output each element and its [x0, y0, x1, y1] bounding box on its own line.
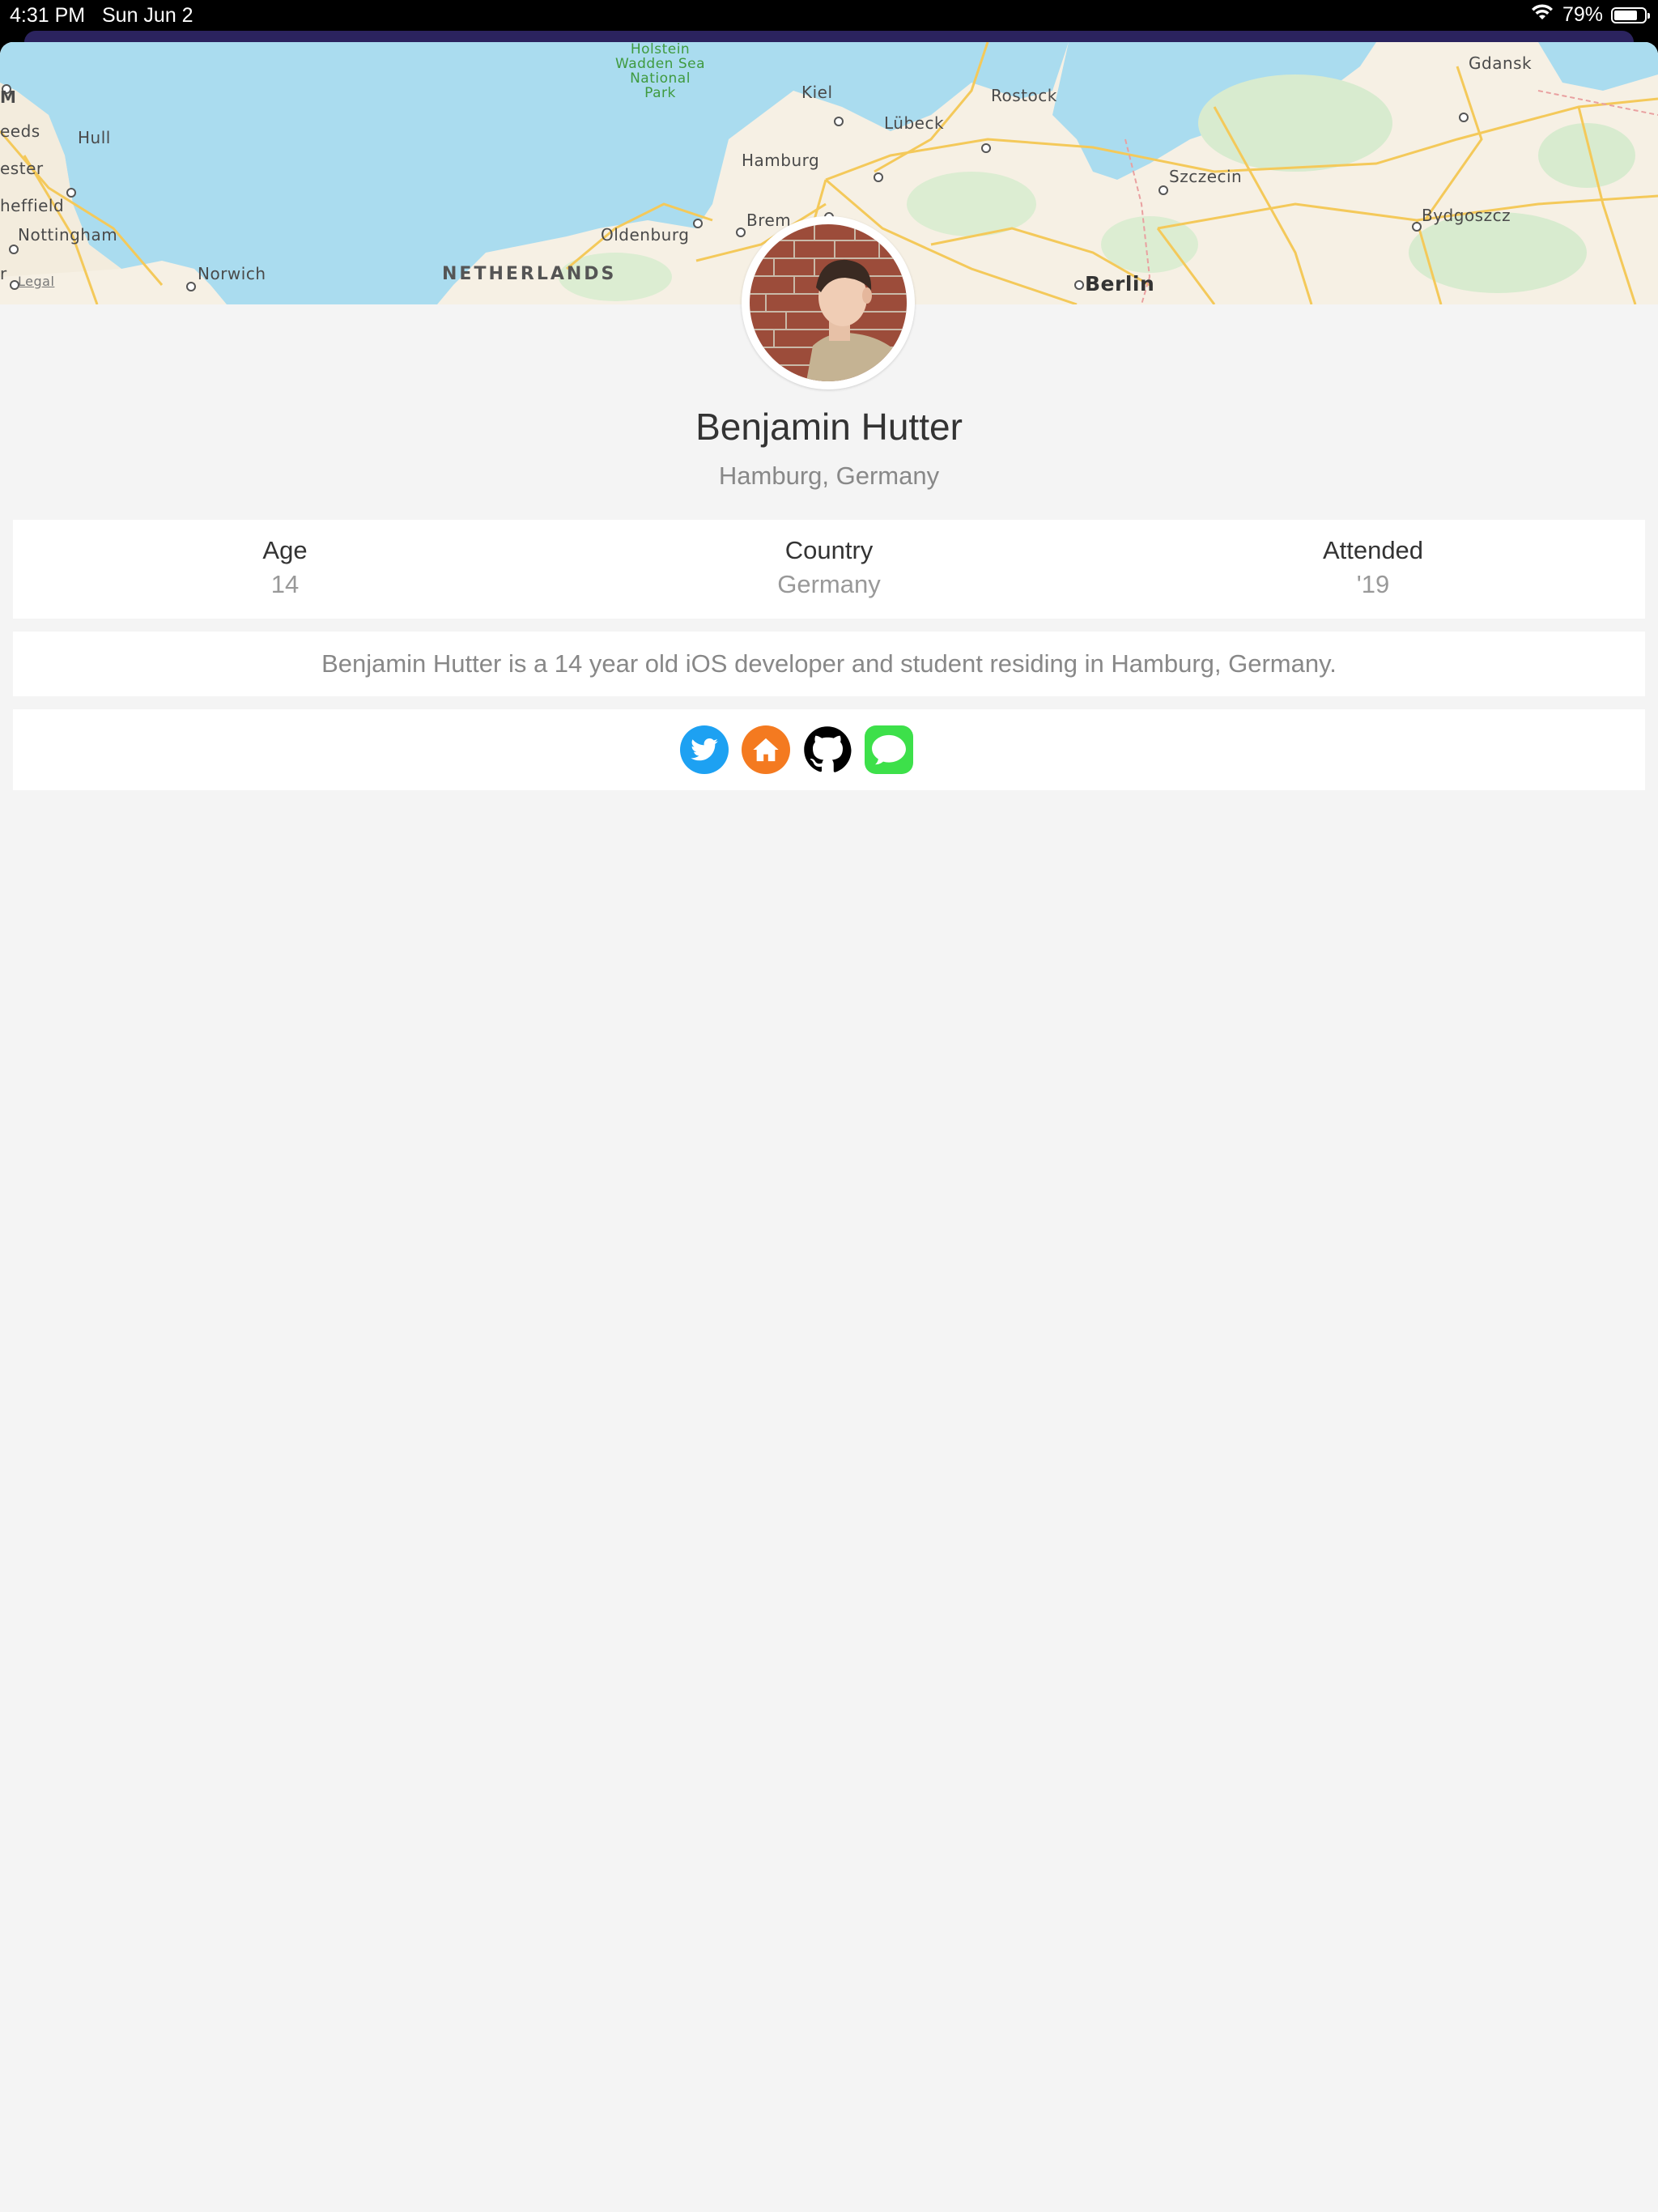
map-label-bydgoszcz: Bydgoszcz	[1422, 206, 1511, 225]
stat-label: Country	[784, 536, 874, 564]
map-label-m: M	[0, 87, 17, 107]
profile-name: Benjamin Hutter	[695, 406, 963, 448]
map-label-kiel: Kiel	[801, 83, 833, 102]
status-time: 4:31 PM	[10, 4, 86, 27]
stat-value: '19	[1356, 570, 1390, 598]
map-legal-link[interactable]: Legal	[18, 274, 54, 289]
stat-label: Age	[262, 536, 308, 564]
bio-text: Benjamin Hutter is a 14 year old iOS dev…	[321, 649, 1337, 678]
github-link-button[interactable]	[803, 725, 852, 774]
stat-age: Age 14	[13, 520, 557, 599]
map-label-netherlands: NETHERLANDS	[442, 264, 617, 284]
bio-card: Benjamin Hutter is a 14 year old iOS dev…	[13, 632, 1645, 696]
social-links	[680, 725, 913, 774]
profile-avatar	[742, 216, 915, 389]
stat-label: Attended	[1322, 536, 1424, 564]
home-icon	[753, 738, 779, 762]
map-label-r: r	[0, 264, 7, 283]
twitter-link-button[interactable]	[680, 725, 729, 774]
map-label-hull: Hull	[78, 128, 111, 147]
map-label-rostock: Rostock	[991, 86, 1057, 105]
map-label-szczecin: Szczecin	[1169, 167, 1243, 186]
map-label-ester: ester	[0, 159, 44, 178]
messages-icon	[872, 734, 906, 765]
wifi-icon	[1530, 3, 1554, 27]
links-card	[13, 709, 1645, 790]
battery-percent: 79%	[1562, 3, 1603, 26]
github-icon	[804, 726, 852, 772]
map-label-norwich: Norwich	[198, 264, 266, 283]
status-bar: 4:31 PM Sun Jun 2 79%	[0, 0, 1658, 32]
map-label-gdansk: Gdansk	[1469, 53, 1533, 73]
status-date: Sun Jun 2	[102, 4, 193, 27]
stat-value: 14	[270, 570, 300, 598]
profile-sheet: Holstein Wadden Sea National Park Kiel R…	[0, 42, 1658, 2212]
stat-country: Country Germany	[557, 520, 1101, 599]
profile-photo	[750, 224, 907, 381]
map-label-lubeck: Lübeck	[884, 113, 945, 133]
stats-card: Age 14 Country Germany Attended '19	[13, 520, 1645, 619]
map-label-nottingham: Nottingham	[18, 225, 118, 245]
map-label-national: National	[630, 70, 691, 87]
stat-attended: Attended '19	[1101, 520, 1645, 599]
map-label-berlin: Berlin	[1085, 272, 1155, 296]
map-label-park-word: Park	[644, 85, 676, 101]
map-label-sheffield: heffield	[0, 196, 65, 215]
map-label-leeds: eeds	[0, 121, 40, 141]
twitter-icon	[691, 738, 718, 761]
website-link-button[interactable]	[742, 725, 790, 774]
map-label-hamburg: Hamburg	[742, 151, 820, 170]
status-right: 79%	[1530, 3, 1650, 27]
map-label-park: Holstein Wadden Sea National Park	[615, 42, 705, 100]
profile-location: Hamburg, Germany	[718, 462, 940, 490]
map-label-oldenburg: Oldenburg	[601, 225, 690, 245]
stat-value: Germany	[777, 570, 881, 598]
map-label-wadden: Wadden Sea	[615, 56, 706, 72]
battery-icon	[1611, 6, 1650, 23]
message-link-button[interactable]	[865, 725, 913, 774]
